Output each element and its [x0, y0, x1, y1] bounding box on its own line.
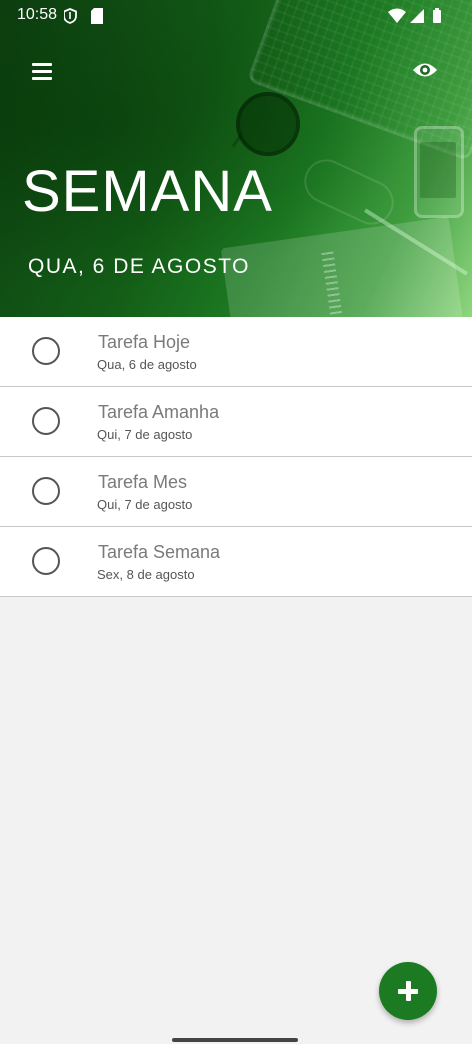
add-task-button[interactable]: [379, 962, 437, 1020]
task-checkbox[interactable]: [32, 547, 60, 575]
task-title: Tarefa Semana: [98, 542, 221, 562]
sd-card-icon: [91, 8, 103, 29]
task-list: Tarefa Hoje Qua, 6 de agosto Tarefa Aman…: [0, 317, 472, 597]
task-item[interactable]: Tarefa Mes Qui, 7 de agosto: [0, 457, 472, 527]
visibility-button[interactable]: [412, 60, 440, 84]
task-date: Qui, 7 de agosto: [97, 427, 193, 442]
menu-button[interactable]: [30, 60, 56, 84]
task-checkbox[interactable]: [32, 337, 60, 365]
task-item[interactable]: Tarefa Amanha Qui, 7 de agosto: [0, 387, 472, 457]
status-right-icons: [388, 8, 448, 29]
task-title: Tarefa Mes: [98, 472, 188, 492]
status-time: 10:58: [17, 6, 58, 23]
eye-icon: [413, 63, 437, 77]
current-date: QUA, 6 DE AGOSTO: [28, 255, 251, 278]
task-date: Qui, 7 de agosto: [97, 497, 193, 512]
wifi-icon: [388, 8, 406, 23]
task-title: Tarefa Amanha: [98, 402, 220, 422]
status-bar: 10:58: [0, 0, 472, 32]
task-checkbox[interactable]: [32, 477, 60, 505]
task-item[interactable]: Tarefa Semana Sex, 8 de agosto: [0, 527, 472, 597]
task-date: Sex, 8 de agosto: [97, 567, 195, 582]
signal-icon: [410, 9, 424, 23]
page-title: SEMANA: [22, 159, 273, 224]
battery-icon: [433, 8, 441, 23]
gesture-nav-handle[interactable]: [172, 1038, 298, 1042]
task-date: Qua, 6 de agosto: [97, 357, 197, 372]
task-item[interactable]: Tarefa Hoje Qua, 6 de agosto: [0, 317, 472, 387]
task-checkbox[interactable]: [32, 407, 60, 435]
task-title: Tarefa Hoje: [98, 332, 191, 352]
